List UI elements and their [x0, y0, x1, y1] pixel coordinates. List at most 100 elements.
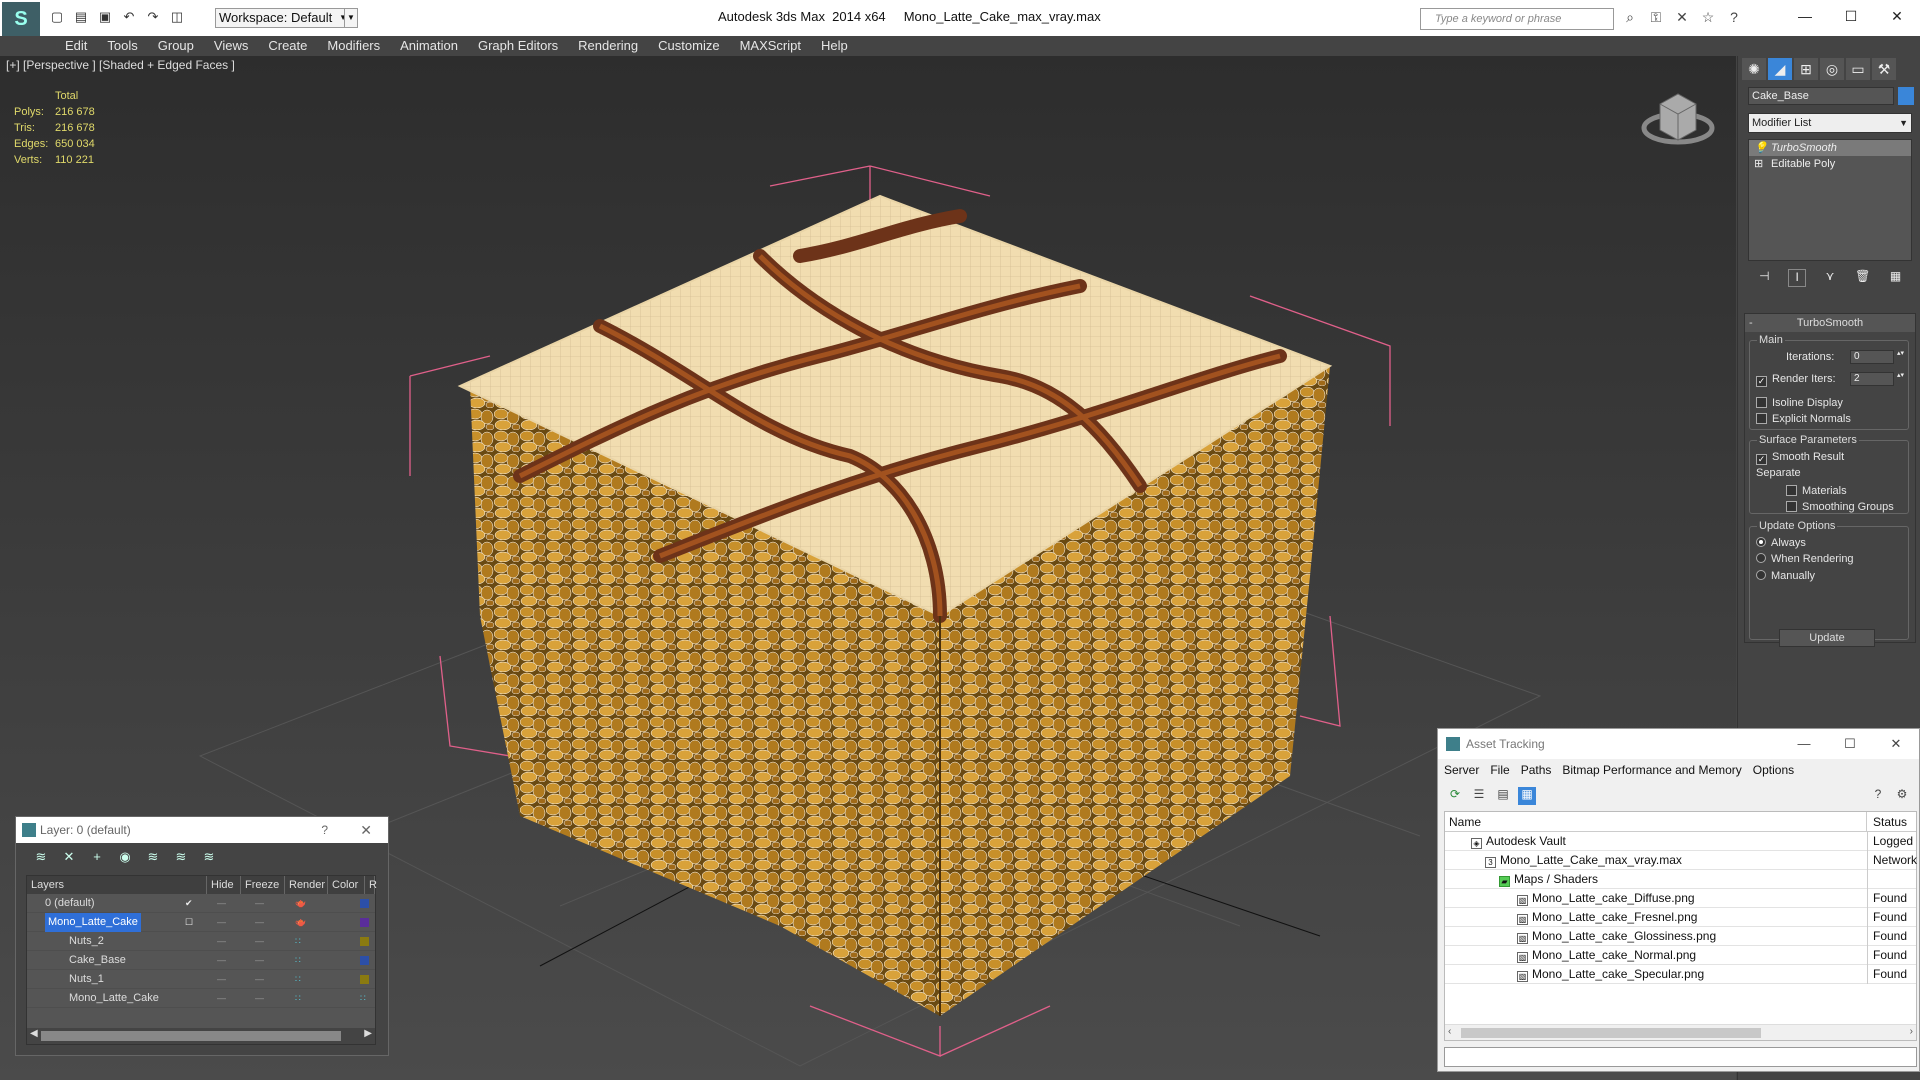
refresh-icon[interactable]: ⟳	[1446, 787, 1464, 805]
menu-tools[interactable]: Tools	[97, 36, 147, 56]
col-layers[interactable]: Layers	[27, 876, 207, 894]
minimize-button[interactable]: —	[1782, 0, 1828, 32]
minimize-button[interactable]: —	[1781, 729, 1827, 759]
freeze-all-icon[interactable]: ≋	[200, 849, 218, 865]
delete-layer-icon[interactable]: ✕	[60, 849, 78, 865]
menu-customize[interactable]: Customize	[648, 36, 729, 56]
redo-icon[interactable]: ↷	[144, 8, 162, 26]
layer-row[interactable]: 0 (default) ✔ — — 🫖	[27, 894, 375, 913]
menu-help[interactable]: Help	[811, 36, 858, 56]
smoothing-groups-checkbox[interactable]	[1786, 501, 1797, 512]
app-logo-icon[interactable]: S	[2, 2, 40, 36]
scrollbar-thumb[interactable]	[41, 1031, 341, 1041]
layer-color-swatch[interactable]	[360, 899, 369, 908]
asset-row[interactable]: ▧ Mono_Latte_cake_Normal.png Found	[1445, 946, 1916, 965]
utilities-tab-icon[interactable]: ⚒	[1872, 58, 1896, 80]
layer-row[interactable]: Nuts_2 — — ∷	[27, 932, 375, 951]
settings-icon[interactable]: ⚙	[1893, 787, 1911, 805]
exchange-icon[interactable]: ✕	[1672, 9, 1692, 29]
save-icon[interactable]: ▣	[96, 8, 114, 26]
expand-plus-icon[interactable]: ⊞	[1754, 156, 1763, 172]
asset-row[interactable]: ▰ Maps / Shaders	[1445, 870, 1916, 889]
materials-checkbox[interactable]	[1786, 485, 1797, 496]
help-icon[interactable]: ?	[1724, 9, 1744, 29]
asset-window-titlebar[interactable]: Asset Tracking — ☐ ✕	[1438, 729, 1919, 759]
layer-row[interactable]: Nuts_1 — — ∷	[27, 970, 375, 989]
scroll-right-icon[interactable]: ▶	[364, 1028, 372, 1039]
horizontal-scrollbar[interactable]: ‹ ›	[1445, 1024, 1916, 1040]
current-layer-box-icon[interactable]: ☐	[185, 913, 193, 932]
asset-row[interactable]: 3 Mono_Latte_Cake_max_vray.max Network	[1445, 851, 1917, 870]
maximize-button[interactable]: ☐	[1828, 0, 1874, 32]
layer-row[interactable]: Mono_Latte_Cake ☐ — — 🫖	[27, 913, 375, 932]
motion-tab-icon[interactable]: ◎	[1820, 58, 1844, 80]
manually-radio[interactable]	[1756, 570, 1766, 580]
layer-color-swatch[interactable]: ∷	[360, 989, 366, 1008]
menu-graph-editors[interactable]: Graph Editors	[468, 36, 568, 56]
highlight-layer-icon[interactable]: ≋	[144, 849, 162, 865]
asset-row[interactable]: ◈ Autodesk Vault Logged Out	[1445, 832, 1917, 851]
key-icon[interactable]: ⚿	[1646, 9, 1666, 29]
col-freeze[interactable]: Freeze	[241, 876, 285, 894]
menu-file[interactable]: File	[1490, 759, 1509, 781]
object-name-field[interactable]: Cake_Base	[1748, 87, 1894, 105]
current-layer-check-icon[interactable]: ✔	[185, 894, 193, 913]
smooth-result-checkbox[interactable]: ✓	[1756, 454, 1767, 465]
stack-item-turbosmooth[interactable]: 💡 TurboSmooth	[1749, 140, 1911, 156]
undo-icon[interactable]: ↶	[120, 8, 138, 26]
layer-color-swatch[interactable]	[360, 937, 369, 946]
always-radio[interactable]	[1756, 537, 1766, 547]
layer-row[interactable]: Cake_Base — — ∷	[27, 951, 375, 970]
maximize-button[interactable]: ☐	[1827, 729, 1873, 759]
render-iters-spinner[interactable]: 2	[1850, 372, 1905, 386]
asset-row[interactable]: ▧ Mono_Latte_cake_Specular.png Found	[1445, 965, 1916, 984]
iterations-spinner[interactable]: 0	[1850, 350, 1905, 364]
project-folder-icon[interactable]: ◫	[168, 8, 186, 26]
menu-server[interactable]: Server	[1444, 759, 1479, 781]
close-button[interactable]: ✕	[1873, 729, 1919, 759]
asset-row[interactable]: ▧ Mono_Latte_cake_Fresnel.png Found	[1445, 908, 1916, 927]
col-render[interactable]: Render	[285, 876, 328, 894]
show-end-result-icon[interactable]: I	[1788, 269, 1807, 287]
modifier-list-dropdown[interactable]: Modifier List ▼	[1748, 113, 1912, 133]
menu-maxscript[interactable]: MAXScript	[730, 36, 811, 56]
menu-animation[interactable]: Animation	[390, 36, 468, 56]
layer-window-titlebar[interactable]: Layer: 0 (default) ? ✕	[16, 817, 388, 843]
rollout-header[interactable]: - TurboSmooth	[1745, 314, 1915, 332]
menu-paths[interactable]: Paths	[1521, 759, 1552, 781]
help-button[interactable]: ?	[321, 817, 328, 843]
menu-views[interactable]: Views	[204, 36, 258, 56]
configure-modifier-sets-icon[interactable]: ▦	[1887, 269, 1905, 287]
explicit-normals-checkbox[interactable]	[1756, 413, 1767, 424]
scroll-left-icon[interactable]: ‹	[1448, 1026, 1451, 1037]
thumbnail-view-icon[interactable]: ▤	[1494, 787, 1512, 805]
viewcube-icon[interactable]	[1641, 93, 1715, 145]
layer-color-swatch[interactable]	[360, 956, 369, 965]
col-status[interactable]: Status	[1867, 812, 1907, 831]
menu-group[interactable]: Group	[148, 36, 204, 56]
workspace-dropdown-button[interactable]: ▼	[344, 8, 358, 28]
pin-stack-icon[interactable]: ⊣	[1755, 269, 1773, 287]
make-unique-icon[interactable]: ⋎	[1821, 269, 1839, 287]
open-file-icon[interactable]: ▤	[72, 8, 90, 26]
menu-bitmap-performance[interactable]: Bitmap Performance and Memory	[1562, 759, 1741, 781]
close-button[interactable]: ✕	[360, 817, 372, 843]
new-layer-icon[interactable]: ≋	[32, 849, 50, 865]
menu-create[interactable]: Create	[258, 36, 317, 56]
layer-row[interactable]: Mono_Latte_Cake — — ∷ ∷	[27, 989, 375, 1008]
when-rendering-radio[interactable]	[1756, 553, 1766, 563]
layer-color-swatch[interactable]	[360, 918, 369, 927]
hide-all-icon[interactable]: ≋	[172, 849, 190, 865]
menu-modifiers[interactable]: Modifiers	[317, 36, 390, 56]
object-color-swatch[interactable]	[1898, 87, 1914, 105]
display-tab-icon[interactable]: ▭	[1846, 58, 1870, 80]
col-name[interactable]: Name	[1445, 812, 1867, 831]
scrollbar-thumb[interactable]	[1461, 1028, 1761, 1038]
close-button[interactable]: ✕	[1874, 0, 1920, 32]
asset-row[interactable]: ▧ Mono_Latte_cake_Diffuse.png Found	[1445, 889, 1916, 908]
col-hide[interactable]: Hide	[207, 876, 241, 894]
menu-options[interactable]: Options	[1753, 759, 1794, 781]
horizontal-scrollbar[interactable]: ◀ ▶	[27, 1028, 375, 1044]
remove-modifier-icon[interactable]: 🗑	[1854, 269, 1872, 287]
table-view-icon[interactable]: ▦	[1518, 787, 1536, 805]
